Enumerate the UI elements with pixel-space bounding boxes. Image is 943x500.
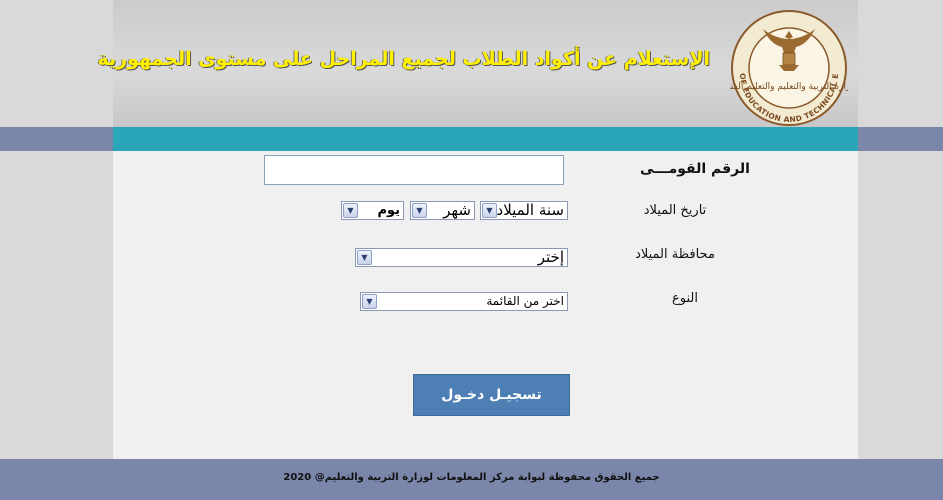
ministry-eagle-seal-icon: MINISTRY OF EDUCATION AND TECHNICAL EDUC…: [723, 2, 855, 126]
birth-governorate-label: محافظة الميلاد: [635, 247, 715, 262]
birth-month-value: شهر: [443, 201, 471, 219]
national-id-input[interactable]: [264, 155, 564, 185]
birth-year-value: سنة الميلاد: [496, 201, 564, 219]
ministry-logo: MINISTRY OF EDUCATION AND TECHNICAL EDUC…: [723, 2, 855, 127]
chevron-down-icon[interactable]: ▼: [412, 203, 427, 218]
footer-copyright: جميع الحقوق محفوظة لبوابة مركز المعلومات…: [283, 472, 660, 483]
top-band-accent: [113, 127, 858, 151]
logo-arabic-text: وزارة التربية والتعليم والتعليم الفني: [730, 82, 848, 92]
birth-day-value: يوم: [377, 203, 400, 218]
chevron-down-icon[interactable]: ▼: [482, 203, 497, 218]
login-button[interactable]: تسجيـل دخـول: [413, 374, 570, 416]
gender-value: اختر من القائمة: [486, 294, 564, 308]
birth-governorate-value: إختر: [537, 248, 564, 266]
birth-year-select[interactable]: ▼ سنة الميلاد: [480, 201, 568, 220]
birth-governorate-select[interactable]: ▼ إختر: [355, 248, 568, 267]
birth-day-select[interactable]: ▼ يوم: [341, 201, 404, 220]
chevron-down-icon[interactable]: ▼: [343, 203, 358, 218]
national-id-label: الرقم القومـــى: [640, 161, 750, 177]
gender-select[interactable]: ▼ اختر من القائمة: [360, 292, 568, 311]
birth-month-select[interactable]: ▼ شهر: [410, 201, 475, 220]
chevron-down-icon[interactable]: ▼: [357, 250, 372, 265]
birth-date-label: تاريخ الميلاد: [643, 203, 707, 218]
gender-label: النوع: [672, 291, 698, 306]
chevron-down-icon[interactable]: ▼: [362, 294, 377, 309]
page-title: الإستعلام عن أكواد الطلاب لجميع المراحل …: [97, 48, 710, 70]
